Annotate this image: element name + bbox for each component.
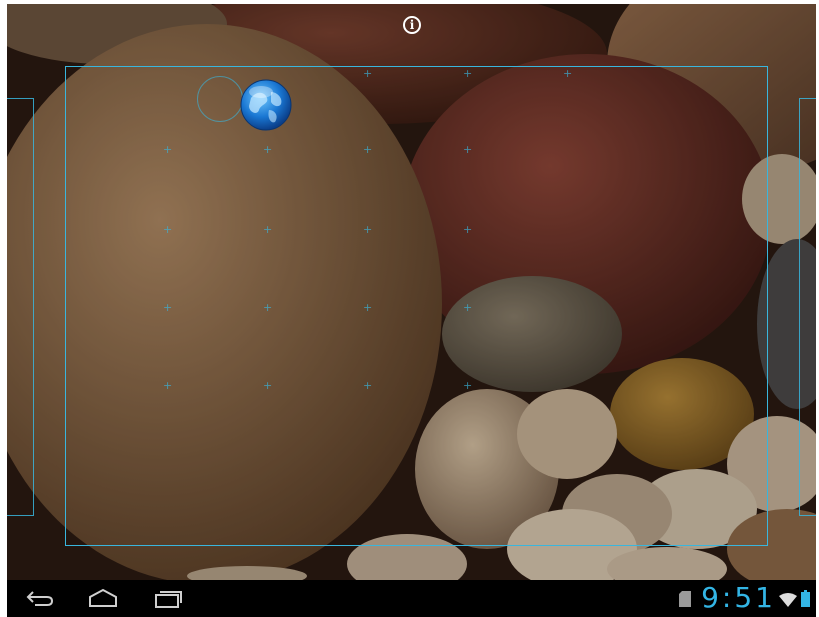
grid-marker: + xyxy=(463,379,473,392)
grid-marker: + xyxy=(263,379,273,392)
grid-marker: + xyxy=(163,379,173,392)
grid-marker: + xyxy=(363,223,373,236)
next-page-edge[interactable] xyxy=(799,98,816,516)
grid-marker: + xyxy=(263,223,273,236)
drop-outline xyxy=(197,76,243,122)
grid-marker: + xyxy=(463,67,473,80)
home-screen[interactable]: i + + + + + + + + + + + + + + + + + + + xyxy=(7,4,816,580)
grid-marker: + xyxy=(463,301,473,314)
sd-card-icon xyxy=(679,591,691,611)
grid-marker: + xyxy=(363,67,373,80)
grid-marker: + xyxy=(563,67,573,80)
grid-marker: + xyxy=(463,143,473,156)
grid-marker: + xyxy=(163,301,173,314)
grid-marker: + xyxy=(263,301,273,314)
battery-icon xyxy=(801,590,810,611)
home-icon[interactable] xyxy=(87,588,119,612)
recent-apps-icon[interactable] xyxy=(153,588,183,612)
grid-marker: + xyxy=(463,223,473,236)
grid-marker: + xyxy=(363,379,373,392)
grid-marker: + xyxy=(263,143,273,156)
back-icon[interactable] xyxy=(25,588,55,612)
previous-page-edge[interactable] xyxy=(7,98,34,516)
status-clock: 9:51 xyxy=(701,581,776,614)
system-navigation-bar: 9:51 xyxy=(7,580,816,617)
wifi-icon xyxy=(779,592,797,611)
grid-marker: + xyxy=(363,301,373,314)
grid-marker: + xyxy=(163,223,173,236)
grid-marker: + xyxy=(363,143,373,156)
browser-globe-icon[interactable] xyxy=(239,78,293,132)
info-icon[interactable]: i xyxy=(403,16,421,34)
grid-marker: + xyxy=(163,143,173,156)
